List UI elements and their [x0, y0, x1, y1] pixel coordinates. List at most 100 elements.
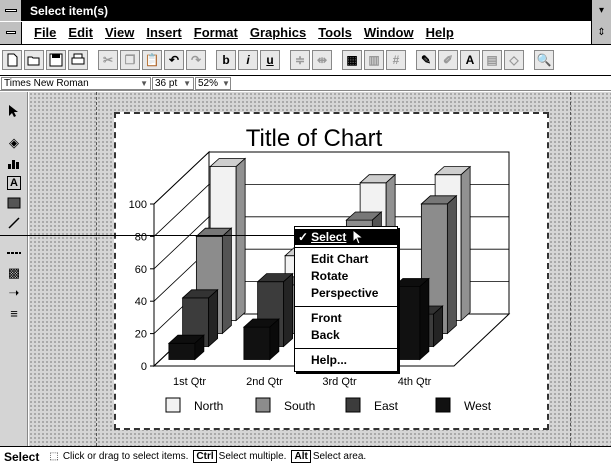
y-tick-label: 80 — [135, 231, 147, 243]
legend-label: West — [464, 399, 492, 413]
align-distribute-icon[interactable]: ⇹ — [312, 50, 332, 70]
bold-button[interactable]: b — [216, 50, 236, 70]
ctrl-key-badge: Ctrl — [193, 450, 217, 463]
bar-west-1 — [167, 334, 205, 361]
menu-item-select[interactable]: ✓ Select — [295, 229, 397, 245]
menu-edit[interactable]: Edit — [68, 25, 93, 40]
text-tool-icon[interactable]: A — [4, 174, 24, 192]
chart-tool-icon[interactable] — [4, 154, 24, 172]
legend-swatch — [165, 397, 181, 413]
x-tick-label: 3rd Qtr — [322, 376, 357, 388]
print-icon[interactable] — [68, 50, 88, 70]
save-icon[interactable] — [46, 50, 66, 70]
status-text: Select multiple. — [218, 451, 287, 462]
cut-icon[interactable]: ✂ — [98, 50, 118, 70]
y-tick-label: 40 — [135, 296, 147, 308]
legend-label: North — [194, 399, 223, 413]
draw-tool-icon[interactable]: ✎ — [416, 50, 436, 70]
y-tick-label: 20 — [135, 329, 147, 341]
pointer-tool-icon[interactable] — [4, 102, 24, 120]
menu-view[interactable]: View — [105, 25, 134, 40]
text-art-icon[interactable]: A — [460, 50, 480, 70]
font-select[interactable]: Times New Roman ▼ — [1, 76, 151, 90]
open-file-icon[interactable] — [24, 50, 44, 70]
window-control-menu-icon[interactable] — [0, 0, 22, 21]
select-cursor-icon: ⬚ — [49, 451, 59, 462]
new-file-icon[interactable] — [2, 50, 22, 70]
line-style-icon[interactable] — [4, 244, 24, 262]
menu-help[interactable]: Help — [426, 25, 454, 40]
menu-item-help[interactable]: Help... — [295, 352, 397, 368]
y-tick-label: 100 — [129, 199, 147, 211]
chevron-down-icon: ▼ — [222, 78, 230, 88]
line-tool-icon[interactable] — [4, 214, 24, 232]
status-text: Select area. — [312, 451, 367, 462]
font-size-select[interactable]: 36 pt ▼ — [152, 76, 194, 90]
minimize-icon[interactable]: ▾ — [591, 0, 611, 21]
menu-window[interactable]: Window — [364, 25, 414, 40]
menu-tools[interactable]: Tools — [318, 25, 352, 40]
menu-separator — [295, 348, 397, 349]
font-name: Times New Roman — [4, 77, 89, 89]
legend-swatch — [255, 397, 271, 413]
paste-icon[interactable]: 📋 — [142, 50, 162, 70]
legend-label: East — [374, 399, 399, 413]
menu-item-perspective[interactable]: Perspective — [295, 285, 397, 301]
menu-item-back[interactable]: Back — [295, 327, 397, 343]
title-bar: Select item(s) ▾ — [0, 0, 611, 21]
menu-separator — [295, 306, 397, 307]
y-tick-label: 0 — [141, 361, 147, 373]
copy-icon[interactable]: ❐ — [120, 50, 140, 70]
undo-icon[interactable]: ↶ — [164, 50, 184, 70]
font-size: 36 pt — [155, 77, 178, 89]
line-width-icon[interactable]: ≡ — [4, 304, 24, 322]
shape-tool-icon[interactable]: ◈ — [4, 134, 24, 152]
arrow-style-icon[interactable]: ➝ — [4, 284, 24, 302]
menu-format[interactable]: Format — [194, 25, 238, 40]
rectangle-tool-icon[interactable] — [4, 194, 24, 212]
menu-item-front[interactable]: Front — [295, 310, 397, 326]
legend-swatch — [345, 397, 361, 413]
bar-west-2 — [242, 318, 280, 361]
menu-item-label: Select — [311, 230, 347, 244]
menu-item-edit-chart[interactable]: Edit Chart — [295, 251, 397, 267]
legend-swatch — [435, 397, 451, 413]
redo-icon[interactable]: ↷ — [186, 50, 206, 70]
alt-key-badge: Alt — [291, 450, 311, 463]
x-tick-label: 2nd Qtr — [246, 376, 283, 388]
zoom-level: 52% — [198, 77, 219, 89]
pencil-icon[interactable]: ✐ — [438, 50, 458, 70]
y-tick-label: 60 — [135, 264, 147, 276]
align-center-icon[interactable]: ≑ — [290, 50, 310, 70]
menu-graphics[interactable]: Graphics — [250, 25, 306, 40]
zoom-select[interactable]: 52% ▼ — [195, 76, 231, 90]
magnify-icon[interactable]: 🔍 — [534, 50, 554, 70]
pattern-fill-icon[interactable]: ▩ — [4, 264, 24, 282]
menu-insert[interactable]: Insert — [146, 25, 181, 40]
text-box-icon[interactable]: ▤ — [482, 50, 502, 70]
bar-west-4 — [392, 277, 430, 361]
x-tick-label: 4th Qtr — [398, 376, 432, 388]
chart-y-ticks: 0 20 40 60 80 100 — [129, 199, 154, 373]
chart-title: Title of Chart — [246, 125, 383, 152]
table-edit-icon[interactable]: ▥ — [364, 50, 384, 70]
document-control-menu-icon[interactable] — [0, 21, 22, 44]
window-title: Select item(s) — [30, 3, 109, 18]
status-mode: Select — [4, 449, 40, 464]
menu-file[interactable]: File — [34, 25, 56, 40]
shape-fill-icon[interactable]: ◇ — [504, 50, 524, 70]
restore-icon[interactable]: ⇕ — [591, 21, 611, 44]
italic-button[interactable]: i — [238, 50, 258, 70]
chevron-down-icon: ▼ — [183, 78, 191, 88]
page-margin-left — [96, 92, 97, 446]
underline-button[interactable]: u — [260, 50, 280, 70]
page-margin-right — [570, 92, 571, 446]
chevron-down-icon: ▼ — [140, 78, 148, 88]
checkmark-icon: ✓ — [298, 230, 309, 244]
format-bar: Times New Roman ▼ 36 pt ▼ 52% ▼ — [0, 76, 611, 91]
menu-item-rotate[interactable]: Rotate — [295, 268, 397, 284]
grid-icon[interactable]: # — [386, 50, 406, 70]
tool-palette: ◈ A ▩ ➝ ≡ — [0, 92, 28, 446]
chart-x-ticks: 1st Qtr 2nd Qtr 3rd Qtr 4th Qtr — [173, 376, 432, 388]
table-icon[interactable]: ▦ — [342, 50, 362, 70]
